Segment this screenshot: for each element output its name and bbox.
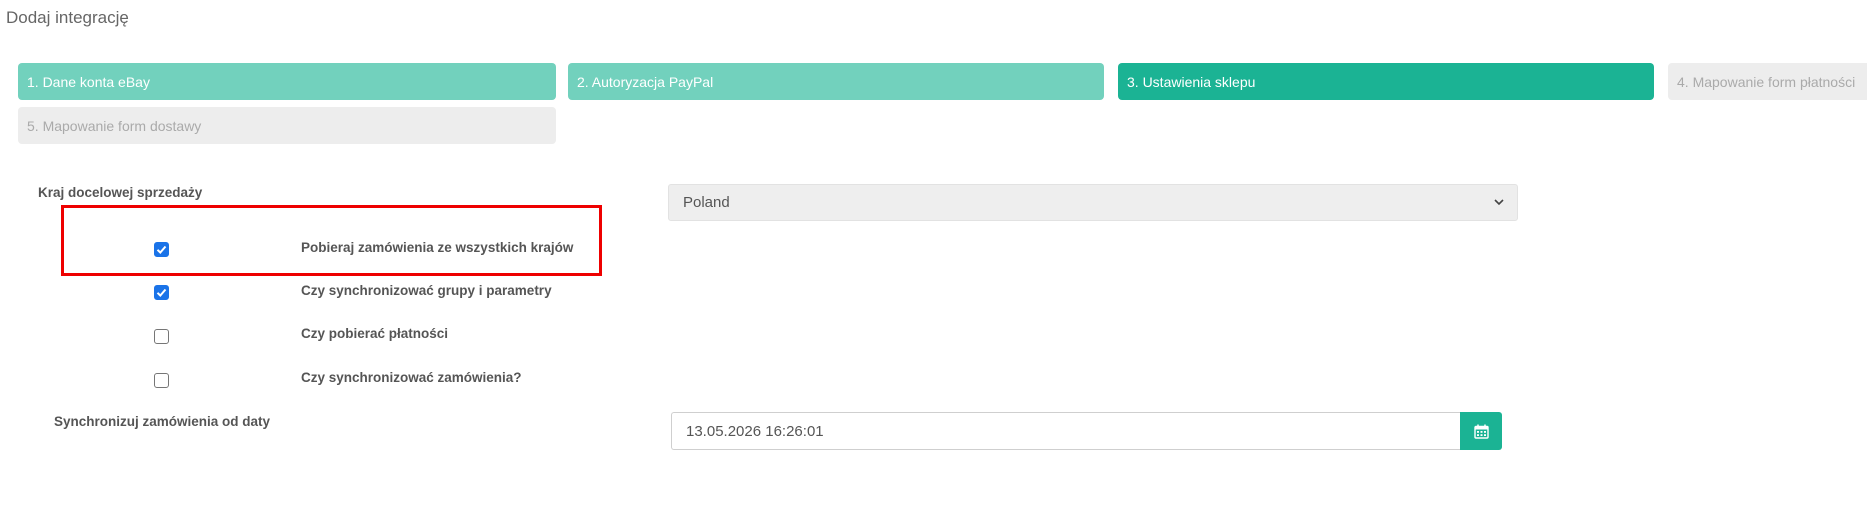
step-mapowanie-form-dostawy[interactable]: 5. Mapowanie form dostawy	[18, 107, 556, 144]
option-label-all-countries: Pobieraj zamówienia ze wszystkich krajów	[301, 240, 574, 255]
chevron-down-icon	[1494, 199, 1504, 206]
step-label: 3. Ustawienia sklepu	[1127, 73, 1256, 90]
calendar-icon	[1473, 424, 1489, 439]
checkbox-sync-groups[interactable]	[154, 285, 169, 300]
sync-date-value: 13.05.2026 16:26:01	[686, 422, 824, 440]
sync-date-input[interactable]: 13.05.2026 16:26:01	[671, 412, 1460, 450]
option-label-sync-orders: Czy synchronizować zamówienia?	[301, 370, 522, 385]
sync-date-label: Synchronizuj zamówienia od daty	[54, 414, 271, 429]
checkbox-sync-orders[interactable]	[154, 373, 169, 388]
step-label: 2. Autoryzacja PayPal	[577, 73, 714, 90]
option-label-sync-groups: Czy synchronizować grupy i parametry	[301, 283, 552, 298]
checkbox-all-countries[interactable]	[154, 242, 169, 257]
step-dane-konta-ebay[interactable]: 1. Dane konta eBay	[18, 63, 556, 100]
step-label: 5. Mapowanie form dostawy	[27, 117, 202, 134]
step-ustawienia-sklepu[interactable]: 3. Ustawienia sklepu	[1118, 63, 1654, 100]
page-title: Dodaj integrację	[6, 8, 129, 27]
step-label: 4. Mapowanie form płatności	[1677, 73, 1856, 90]
country-select-value: Poland	[683, 194, 730, 211]
option-label-fetch-payments: Czy pobierać płatności	[301, 326, 449, 341]
calendar-button[interactable]	[1460, 412, 1502, 450]
check-icon	[156, 245, 167, 254]
country-label: Kraj docelowej sprzedaży	[38, 185, 203, 200]
step-autoryzacja-paypal[interactable]: 2. Autoryzacja PayPal	[568, 63, 1104, 100]
step-mapowanie-form-platnosci[interactable]: 4. Mapowanie form płatności	[1668, 63, 1867, 100]
step-label: 1. Dane konta eBay	[27, 73, 150, 90]
country-select[interactable]: Poland	[668, 184, 1518, 221]
checkbox-fetch-payments[interactable]	[154, 329, 169, 344]
check-icon	[156, 288, 167, 297]
